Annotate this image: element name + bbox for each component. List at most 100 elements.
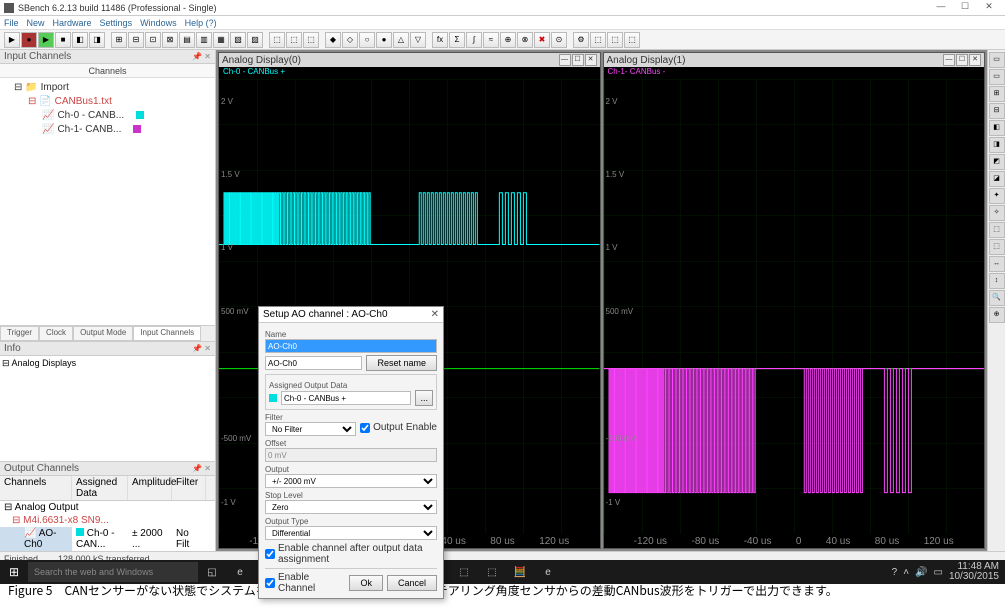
filter-select[interactable]: No Filter bbox=[265, 422, 356, 436]
enable-channel-check[interactable] bbox=[265, 578, 275, 588]
tool-btn[interactable]: ✖ bbox=[534, 32, 550, 48]
tool-btn[interactable]: ⊗ bbox=[517, 32, 533, 48]
tool-btn[interactable]: △ bbox=[393, 32, 409, 48]
plot-tool[interactable]: — bbox=[559, 54, 571, 66]
minimize-button[interactable]: — bbox=[929, 1, 953, 15]
tool-btn[interactable]: ⬚ bbox=[624, 32, 640, 48]
browse-button[interactable]: ... bbox=[415, 390, 433, 406]
tool-btn[interactable]: ◧ bbox=[72, 32, 88, 48]
rtool[interactable]: ↕ bbox=[989, 273, 1005, 289]
tool-btn[interactable]: ▶ bbox=[4, 32, 20, 48]
tool-btn[interactable]: ⚙ bbox=[573, 32, 589, 48]
tool-btn[interactable]: ⊞ bbox=[111, 32, 127, 48]
tool-btn[interactable]: ⬚ bbox=[303, 32, 319, 48]
tree-file[interactable]: ⊟ 📄 CANBus1.txt bbox=[2, 94, 213, 108]
edge-icon[interactable]: e bbox=[226, 560, 254, 584]
rtool[interactable]: ◪ bbox=[989, 171, 1005, 187]
tool-btn[interactable]: ⬚ bbox=[269, 32, 285, 48]
plot-tool[interactable]: — bbox=[943, 54, 955, 66]
tab-trigger[interactable]: Trigger bbox=[0, 326, 39, 341]
maximize-button[interactable]: ☐ bbox=[953, 1, 977, 15]
tool-btn[interactable]: ○ bbox=[359, 32, 375, 48]
taskbar-search[interactable]: Search the web and Windows bbox=[28, 562, 198, 582]
tool-btn[interactable]: ⊡ bbox=[145, 32, 161, 48]
tool-btn[interactable]: ⬚ bbox=[286, 32, 302, 48]
plot-tool[interactable]: ☐ bbox=[956, 54, 968, 66]
menu-settings[interactable]: Settings bbox=[100, 18, 133, 28]
tool-btn[interactable]: ▽ bbox=[410, 32, 426, 48]
name-input[interactable] bbox=[265, 339, 437, 353]
menu-hardware[interactable]: Hardware bbox=[53, 18, 92, 28]
tool-btn[interactable]: ⊕ bbox=[500, 32, 516, 48]
tab-input-channels[interactable]: Input Channels bbox=[133, 326, 201, 341]
tool-btn[interactable]: ▨ bbox=[247, 32, 263, 48]
tool-btn[interactable]: ⊠ bbox=[162, 32, 178, 48]
tree-import[interactable]: ⊟ 📁 Import bbox=[2, 80, 213, 94]
record-button[interactable]: ● bbox=[21, 32, 37, 48]
offset-input[interactable] bbox=[265, 448, 437, 462]
tool-btn[interactable]: ▤ bbox=[179, 32, 195, 48]
rtool[interactable]: ▭ bbox=[989, 69, 1005, 85]
menu-new[interactable]: New bbox=[27, 18, 45, 28]
assigned-data-input[interactable] bbox=[281, 391, 411, 405]
out-row-0[interactable]: 📈 AO-Ch0 Ch-0 - CAN... ± 2000 ... No Fil… bbox=[0, 527, 215, 551]
tool-btn[interactable]: ● bbox=[376, 32, 392, 48]
tool-btn[interactable]: ▦ bbox=[213, 32, 229, 48]
tool-btn[interactable]: ◆ bbox=[325, 32, 341, 48]
tray-icon[interactable]: ˄ bbox=[903, 567, 909, 578]
tool-btn[interactable]: ⊙ bbox=[551, 32, 567, 48]
rtool[interactable]: ⊞ bbox=[989, 86, 1005, 102]
reset-name-button[interactable]: Reset name bbox=[366, 355, 437, 371]
rtool[interactable]: ⬚ bbox=[989, 222, 1005, 238]
tool-btn[interactable]: fx bbox=[432, 32, 448, 48]
menu-file[interactable]: File bbox=[4, 18, 19, 28]
tool-btn[interactable]: ≈ bbox=[483, 32, 499, 48]
app-icon[interactable]: ⬚ bbox=[478, 560, 506, 584]
out-card-row[interactable]: ⊟ M4i.6631-x8 SN9... bbox=[0, 514, 215, 527]
tool-btn[interactable]: ◇ bbox=[342, 32, 358, 48]
output-enable-check[interactable] bbox=[360, 423, 370, 433]
tool-btn[interactable]: ∫ bbox=[466, 32, 482, 48]
app-icon[interactable]: 🧮 bbox=[506, 560, 534, 584]
app-icon[interactable]: e bbox=[534, 560, 562, 584]
cancel-button[interactable]: Cancel bbox=[387, 575, 437, 591]
tool-btn[interactable]: ⬚ bbox=[607, 32, 623, 48]
name2-input[interactable] bbox=[265, 356, 362, 370]
plot-tool[interactable]: ☐ bbox=[572, 54, 584, 66]
ok-button[interactable]: Ok bbox=[349, 575, 383, 591]
output-range-select[interactable]: +/- 2000 mV bbox=[265, 474, 437, 488]
rtool[interactable]: ◩ bbox=[989, 154, 1005, 170]
rtool[interactable]: 🔍 bbox=[989, 290, 1005, 306]
tree-ch0[interactable]: 📈 Ch-0 - CANB... bbox=[2, 108, 213, 122]
menu-help[interactable]: Help (?) bbox=[185, 18, 217, 28]
tool-btn[interactable]: ⬚ bbox=[590, 32, 606, 48]
rtool[interactable]: ⬚ bbox=[989, 239, 1005, 255]
out-group-row[interactable]: ⊟ Analog Output bbox=[0, 501, 215, 514]
menu-windows[interactable]: Windows bbox=[140, 18, 177, 28]
rtool[interactable]: ⊟ bbox=[989, 103, 1005, 119]
tool-btn[interactable]: Σ bbox=[449, 32, 465, 48]
pin-icon[interactable]: 📌 ✕ bbox=[192, 52, 211, 61]
stop-level-select[interactable]: Zero bbox=[265, 500, 437, 514]
tray-icon[interactable]: 🔊 bbox=[915, 567, 927, 578]
tool-btn[interactable]: ▧ bbox=[230, 32, 246, 48]
pin-icon[interactable]: 📌 ✕ bbox=[192, 464, 211, 473]
task-view-icon[interactable]: ◱ bbox=[198, 560, 226, 584]
plot-tool[interactable]: ✕ bbox=[969, 54, 981, 66]
tool-btn[interactable]: ▥ bbox=[196, 32, 212, 48]
tab-output-mode[interactable]: Output Mode bbox=[73, 326, 133, 341]
rtool[interactable]: ✧ bbox=[989, 205, 1005, 221]
taskbar-clock[interactable]: 11:48 AM10/30/2015 bbox=[949, 562, 999, 582]
rtool[interactable]: ◨ bbox=[989, 137, 1005, 153]
tree-ch1[interactable]: 📈 Ch-1- CANB... bbox=[2, 122, 213, 136]
output-type-select[interactable]: Differential bbox=[265, 526, 437, 540]
app-icon[interactable]: ⬚ bbox=[450, 560, 478, 584]
rtool[interactable]: ✦ bbox=[989, 188, 1005, 204]
start-button[interactable]: ⊞ bbox=[0, 560, 28, 584]
tool-btn[interactable]: ⊟ bbox=[128, 32, 144, 48]
rtool[interactable]: ◧ bbox=[989, 120, 1005, 136]
enable-after-assign-check[interactable] bbox=[265, 549, 275, 559]
close-button[interactable]: ✕ bbox=[977, 1, 1001, 15]
rtool[interactable]: ▭ bbox=[989, 52, 1005, 68]
tray-icon[interactable]: ? bbox=[892, 567, 898, 578]
